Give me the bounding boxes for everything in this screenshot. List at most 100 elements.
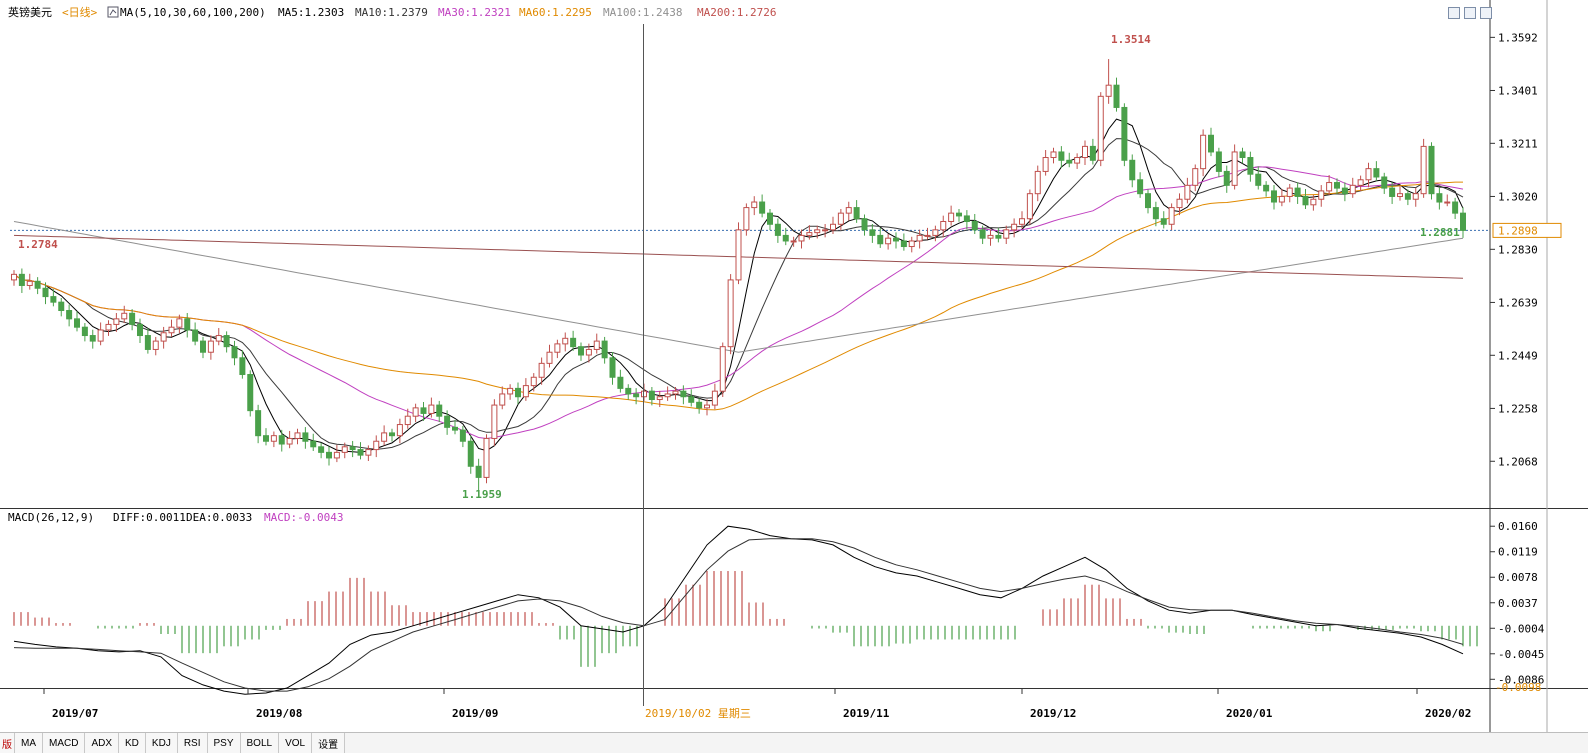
candle-down xyxy=(648,390,655,401)
candle-down xyxy=(58,301,65,312)
candle-up xyxy=(483,437,490,478)
tab-ma[interactable]: MA xyxy=(15,733,43,753)
candle-up xyxy=(105,323,112,331)
candle-down xyxy=(1215,151,1222,172)
candle-up xyxy=(1184,184,1191,200)
candle-down xyxy=(696,401,703,409)
tab-adx[interactable]: ADX xyxy=(85,733,120,753)
tab-kdj[interactable]: KDJ xyxy=(145,733,178,753)
candle-down xyxy=(759,201,766,214)
candle-down xyxy=(42,287,49,298)
candle-up xyxy=(428,404,435,414)
candle-down xyxy=(578,346,584,356)
candle-up xyxy=(562,337,569,345)
candle-down xyxy=(570,337,577,348)
candle-up xyxy=(948,212,955,222)
candle-down xyxy=(1341,187,1348,195)
close-window-icon[interactable] xyxy=(1480,7,1492,19)
tab-psy[interactable]: PSY xyxy=(207,733,241,753)
candle-up xyxy=(507,387,514,395)
candle-up xyxy=(672,390,679,395)
macd-tick-label: 0.0078 xyxy=(1498,571,1538,584)
candle-up xyxy=(530,376,537,387)
indicator-settings-icon-glyph xyxy=(109,9,117,16)
candle-down xyxy=(979,229,986,239)
candle-down xyxy=(1129,159,1136,181)
candle-up xyxy=(1397,193,1403,197)
tab-settings[interactable]: 设置 xyxy=(312,733,346,753)
candle-up xyxy=(704,404,710,409)
candle-up xyxy=(1318,190,1325,200)
candle-down xyxy=(1389,187,1396,197)
candle-down xyxy=(1302,195,1309,206)
candle-down xyxy=(1373,168,1380,178)
candle-down xyxy=(247,373,254,412)
axis-layer: 1.3592 1.3401 1.3211 1.3020 1.2830 1.2639 1.24… xyxy=(43,31,1562,720)
candle-up xyxy=(1278,195,1285,203)
candle-up xyxy=(1357,179,1364,186)
ma10-value: MA10:1.2379 xyxy=(355,6,428,19)
candle-down xyxy=(389,432,395,437)
candle-up xyxy=(294,432,301,439)
macd-tick-label: -0.0004 xyxy=(1498,622,1545,635)
tab-kd[interactable]: KD xyxy=(119,733,146,753)
candle-down xyxy=(1137,179,1144,195)
restore-window-icon[interactable] xyxy=(1448,7,1460,19)
tab-edge[interactable]: 版 xyxy=(0,733,15,753)
price-tick-label: 1.2639 xyxy=(1498,296,1538,309)
candle-down xyxy=(34,280,41,289)
candle-down xyxy=(1208,134,1214,153)
candle-down xyxy=(601,340,608,359)
candle-down xyxy=(1271,190,1277,203)
candle-down xyxy=(50,296,57,303)
candle-up xyxy=(491,404,498,439)
candle-up xyxy=(924,234,931,237)
chart-canvas[interactable]: 1.3592 1.3401 1.3211 1.3020 1.2830 1.2639 1.24… xyxy=(0,0,1588,732)
candle-up xyxy=(381,432,388,442)
maximize-window-icon[interactable] xyxy=(1464,7,1476,19)
candle-up xyxy=(1231,151,1238,186)
candle-up xyxy=(113,318,120,325)
macd-value: MACD:-0.0043 xyxy=(264,511,343,524)
candle-down xyxy=(1066,159,1073,164)
candle-up xyxy=(396,424,403,437)
candle-down xyxy=(184,318,191,331)
candle-down xyxy=(1223,170,1230,186)
candle-down xyxy=(1255,173,1262,186)
candle-up xyxy=(1176,198,1183,209)
price-tick-label: 1.3020 xyxy=(1498,190,1538,203)
candle-up xyxy=(1168,207,1175,225)
candle-down xyxy=(278,435,285,445)
candle-down xyxy=(81,326,88,337)
tab-rsi[interactable]: RSI xyxy=(177,733,208,753)
candle-up xyxy=(798,234,805,242)
candle-down xyxy=(436,404,443,417)
period-label[interactable]: <日线> xyxy=(62,5,98,19)
price-tick-label: 1.3211 xyxy=(1498,137,1538,150)
candle-down xyxy=(995,234,1002,239)
macd-current-label: -0.0098 xyxy=(1495,681,1541,694)
candle-down xyxy=(869,229,876,236)
price-tick-label: 1.3592 xyxy=(1498,31,1538,44)
candle-up xyxy=(664,393,671,398)
candle-down xyxy=(231,346,238,359)
candle-down xyxy=(900,240,907,248)
ma30-value: MA30:1.2321 xyxy=(438,6,511,19)
candle-up xyxy=(806,232,813,236)
candle-down xyxy=(956,212,962,217)
indicator-settings-icon[interactable] xyxy=(107,6,119,18)
macd-tick-label: -0.0045 xyxy=(1498,648,1544,661)
tab-vol[interactable]: VOL xyxy=(279,733,313,753)
tab-boll[interactable]: BOLL xyxy=(240,733,280,753)
tab-macd[interactable]: MACD xyxy=(43,733,86,753)
candle-up xyxy=(404,415,411,426)
macd-dea-value: DEA:0.0033 xyxy=(186,511,252,524)
time-axis-label: 2020/01 xyxy=(1226,707,1273,720)
recent-low-annotation: 1.2881 xyxy=(1420,226,1460,239)
candle-up xyxy=(916,234,923,242)
candle-down xyxy=(617,376,624,389)
candle-down xyxy=(459,429,466,442)
candle-up xyxy=(1349,184,1356,195)
candle-down xyxy=(255,410,262,437)
candle-up xyxy=(987,234,994,239)
